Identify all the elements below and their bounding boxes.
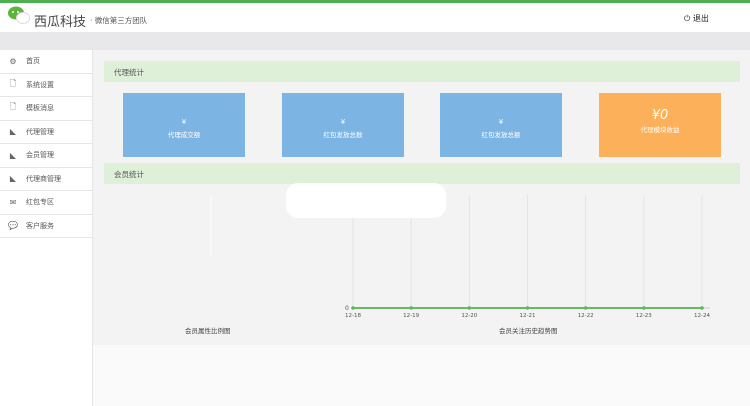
sidebar-item-label: 会员管理 (26, 151, 54, 160)
wechat-logo-icon (8, 6, 30, 24)
sidebar-item-label: 系统设置 (26, 80, 54, 89)
sidebar-item-label: 红包专区 (26, 198, 54, 207)
sidebar-item-settings[interactable]: 🗋 系统设置 (0, 74, 92, 97)
sidebar-item-label: 首页 (26, 57, 40, 66)
y-tick-label: 0 (345, 305, 349, 312)
x-tick-label: 12-19 (403, 313, 419, 319)
header: 西瓜科技 · 微信第三方团队 ⏻ 退出 (0, 3, 750, 32)
data-point (583, 306, 588, 310)
rss-icon: ◣ (9, 174, 17, 184)
toolbar-band (0, 32, 750, 50)
data-point (351, 306, 355, 310)
x-tick-label: 12-21 (520, 313, 536, 319)
x-tick-label: 12-22 (578, 313, 594, 319)
file-icon: 🗋 (9, 78, 17, 88)
rss-icon: ◣ (9, 150, 17, 160)
sidebar-item-redpacket[interactable]: ✉ 红包专区 (0, 191, 92, 215)
logout-button[interactable]: ⏻ 退出 (684, 13, 709, 24)
data-point (700, 306, 704, 310)
data-point (525, 306, 530, 310)
brand-subtitle: · 微信第三方团队 (90, 16, 148, 25)
sidebar-item-member[interactable]: ◣ 会员管理 (0, 144, 92, 168)
logout-label: 退出 (692, 14, 709, 23)
x-tick-label: 12-23 (636, 313, 652, 319)
sidebar-item-label: 代理管理 (26, 127, 54, 136)
x-tick-label: 12-20 (461, 313, 477, 319)
sidebar-item-dealer[interactable]: ◣ 代理商管理 (0, 168, 92, 191)
chat-icon: 💬 (8, 221, 18, 231)
sidebar-item-home[interactable]: ⚙ 首页 (0, 50, 92, 74)
sidebar-item-label: 模板消息 (26, 104, 54, 113)
envelope-icon: ✉ (9, 197, 17, 207)
sidebar-item-template[interactable]: 🗋 模板消息 (0, 97, 92, 121)
file-icon: 🗋 (9, 102, 17, 112)
power-icon: ⏻ (684, 14, 691, 23)
main-content: 代理统计 ¥ 代理成交额 ¥ 红包发放总数 ¥ 红包发放总额 ¥0 代理模块收益 会员统… (93, 50, 750, 345)
brand-name: 西瓜科技 (34, 15, 87, 30)
gears-icon: ⚙ (9, 56, 17, 66)
x-tick-label: 12-24 (694, 313, 710, 319)
sidebar-item-label: 代理商管理 (26, 174, 61, 183)
sidebar-item-label: 客户服务 (26, 221, 54, 230)
footer-area (93, 345, 750, 406)
sidebar-item-service[interactable]: 💬 客户服务 (0, 215, 92, 238)
loading-overlay (286, 183, 446, 218)
data-point (642, 306, 646, 310)
line-chart-title: 会员关注历史趋势图 (499, 327, 558, 335)
data-point (467, 306, 472, 310)
pie-chart-title: 会员属性比例图 (185, 327, 231, 335)
x-tick-label: 12-18 (345, 313, 361, 319)
data-point (409, 306, 413, 310)
sidebar-item-agent[interactable]: ◣ 代理管理 (0, 121, 92, 144)
sidebar: ⚙ 首页 🗋 系统设置 🗋 模板消息 ◣ 代理管理 ◣ 会员管理 ◣ 代理商管理 ✉ 红包专区… (0, 50, 93, 406)
rss-icon: ◣ (9, 127, 17, 137)
